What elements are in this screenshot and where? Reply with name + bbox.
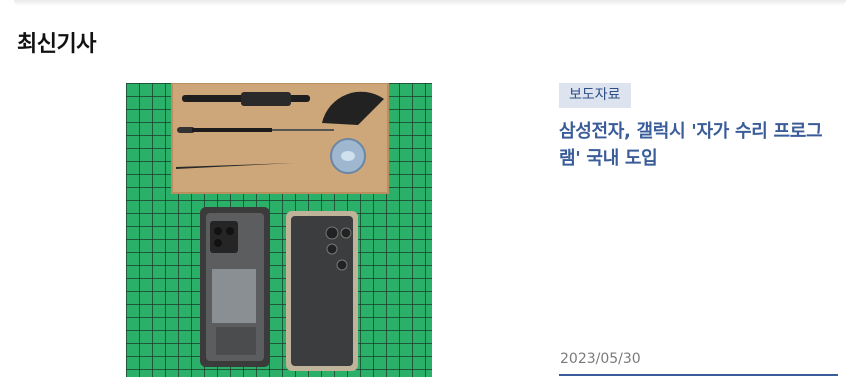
category-badge: 보도자료 xyxy=(559,83,631,108)
top-shadow xyxy=(14,0,846,6)
thumbnail-image xyxy=(126,83,432,377)
article-title-link[interactable]: 삼성전자, 갤럭시 '자가 수리 프로그램' 국내 도입 xyxy=(559,118,829,172)
date-underline xyxy=(559,374,838,376)
article-date: 2023/05/30 xyxy=(560,351,641,367)
section-title: 최신기사 xyxy=(17,32,96,57)
article-thumbnail[interactable] xyxy=(126,83,432,377)
